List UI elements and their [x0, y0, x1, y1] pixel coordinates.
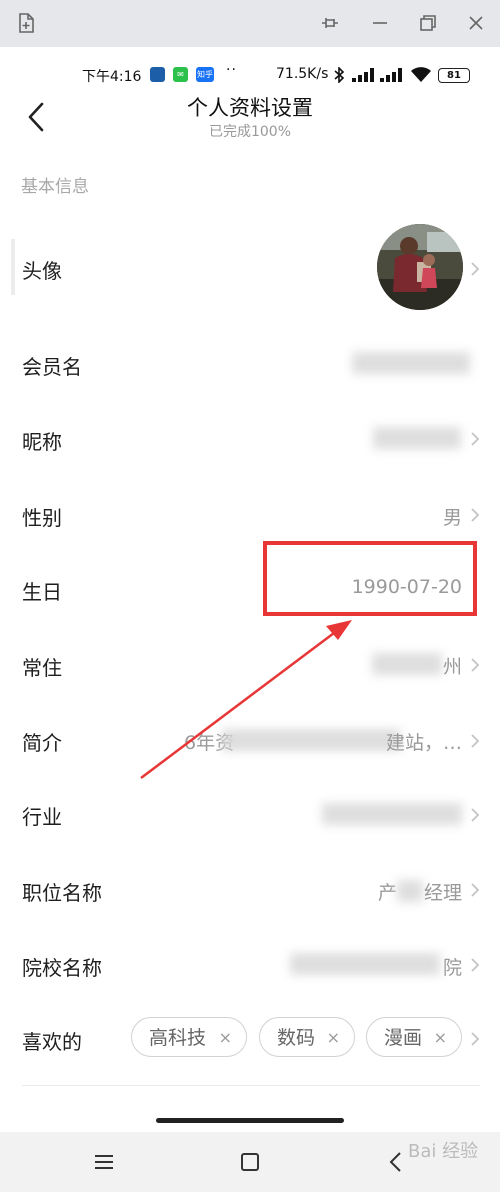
menu-icon[interactable]: [93, 1152, 115, 1172]
watermark: Bai 经验: [408, 1141, 479, 1162]
tag-label: 漫画: [384, 1027, 423, 1049]
job-title-value: 产: [378, 882, 398, 904]
tag-digital[interactable]: 数码 ×: [259, 1017, 355, 1057]
tag-comics[interactable]: 漫画 ×: [366, 1017, 462, 1057]
tag-label: 数码: [277, 1027, 316, 1049]
redacted-school: [290, 953, 440, 975]
avatar[interactable]: [377, 224, 463, 310]
zhihu-icon: 知乎: [196, 67, 214, 82]
row-label-gender: 性别: [22, 506, 62, 530]
redacted-industry: [322, 803, 462, 825]
restore-icon[interactable]: [416, 11, 440, 35]
row-label-birthday: 生日: [22, 580, 62, 604]
redacted-residence: [372, 653, 442, 675]
school-value: 院: [442, 957, 462, 979]
chevron-right-icon: [471, 432, 480, 446]
minimize-icon[interactable]: [368, 11, 392, 35]
status-time: 下午4:16: [82, 69, 142, 85]
battery-indicator: 81: [438, 68, 470, 83]
back-nav-icon[interactable]: [388, 1150, 404, 1174]
remove-tag-icon[interactable]: ×: [219, 1018, 232, 1058]
residence-value: 州: [442, 656, 462, 678]
app-notification-icon: [150, 67, 165, 82]
divider: [22, 1085, 480, 1086]
more-notifications-icon: ··: [226, 62, 237, 78]
redacted-member-name: [352, 352, 470, 374]
bluetooth-icon: [334, 67, 344, 83]
chevron-right-icon: [471, 808, 480, 822]
row-label-job-title: 职位名称: [22, 881, 102, 905]
close-icon[interactable]: [464, 11, 488, 35]
status-bar: 下午4:16 ✉ 知乎 ·· 71.5K/s 81: [0, 62, 500, 88]
gender-value: 男: [442, 507, 462, 529]
row-label-member-name: 会员名: [22, 355, 82, 379]
redacted-nickname: [373, 427, 461, 449]
redacted-bio: [222, 729, 400, 751]
row-label-likes: 喜欢的: [22, 1030, 82, 1054]
chevron-right-icon: [471, 1032, 480, 1046]
chevron-right-icon: [471, 508, 480, 522]
chevron-right-icon: [471, 958, 480, 972]
row-label-school: 院校名称: [22, 956, 102, 980]
chevron-right-icon: [471, 734, 480, 748]
status-icons: 81: [334, 66, 474, 84]
row-highlight-marker: [11, 239, 15, 295]
tag-label: 高科技: [149, 1027, 207, 1049]
remove-tag-icon[interactable]: ×: [327, 1018, 340, 1058]
completion-status: 已完成100%: [208, 124, 292, 140]
job-title-value-tail: 经理: [423, 882, 462, 904]
signal-1-icon: [352, 68, 374, 82]
network-speed: 71.5K/s: [276, 66, 329, 82]
row-label-avatar: 头像: [22, 259, 62, 283]
home-icon[interactable]: [239, 1151, 261, 1173]
page-title: 个人资料设置: [187, 96, 313, 120]
highlight-box: [263, 541, 477, 616]
pin-icon[interactable]: [318, 11, 342, 35]
new-window-icon[interactable]: [14, 11, 38, 35]
tag-high-tech[interactable]: 高科技 ×: [131, 1017, 247, 1057]
signal-2-icon: [380, 68, 402, 82]
wechat-icon: ✉: [173, 67, 188, 82]
row-label-industry: 行业: [22, 805, 62, 829]
home-indicator[interactable]: [156, 1118, 344, 1123]
window-titlebar: [0, 0, 500, 47]
row-label-bio: 简介: [22, 731, 62, 755]
remove-tag-icon[interactable]: ×: [434, 1018, 447, 1058]
chevron-right-icon: [471, 262, 480, 276]
wifi-icon: [411, 67, 431, 82]
section-basic-info: 基本信息: [21, 177, 89, 197]
bio-value-tail: 建站，…: [385, 732, 462, 754]
chevron-right-icon: [471, 883, 480, 897]
row-label-residence: 常住: [22, 656, 62, 680]
row-label-nickname: 昵称: [22, 430, 62, 454]
redacted-job-title: [397, 880, 423, 902]
avatar-photo: [377, 224, 463, 310]
chevron-right-icon: [471, 658, 480, 672]
